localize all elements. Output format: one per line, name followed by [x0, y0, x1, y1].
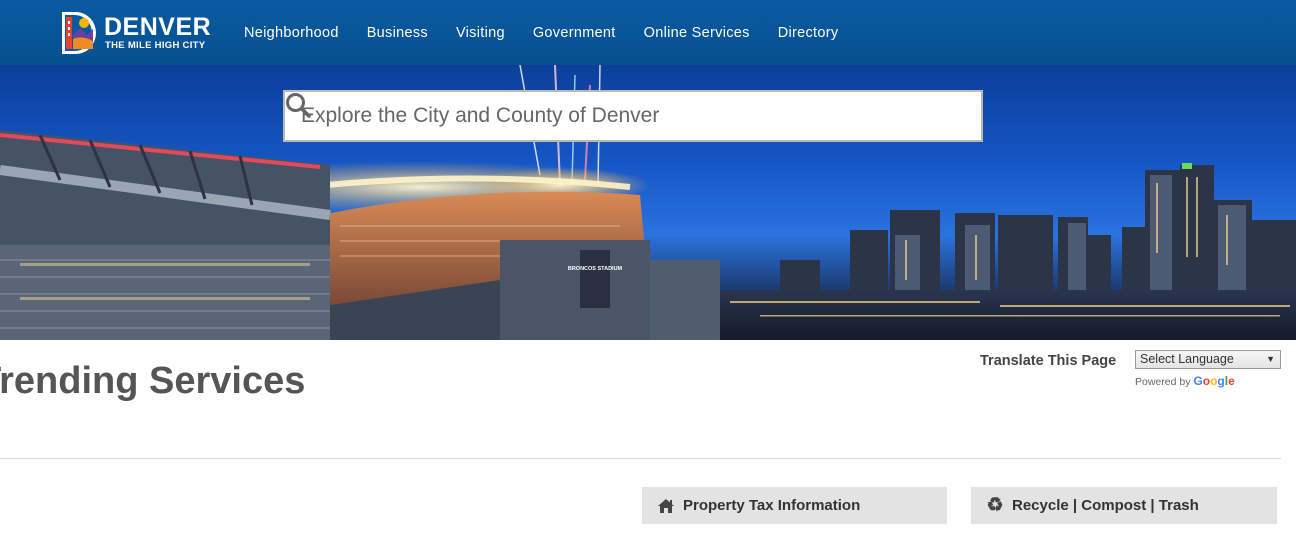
google-logo: Google [1193, 374, 1235, 388]
recycle-icon: ♻ [986, 495, 1004, 516]
translate-label: Translate This Page [980, 353, 1117, 369]
search-icon [286, 93, 311, 118]
language-select[interactable]: Select Language ▼ [1135, 350, 1281, 369]
section-divider [0, 458, 1281, 459]
service-card-property-tax[interactable]: Property Tax Information [642, 487, 947, 524]
nav-item-visiting[interactable]: Visiting [442, 25, 519, 41]
language-select-value: Select Language [1140, 352, 1234, 366]
nav-item-government[interactable]: Government [519, 25, 630, 41]
logo-tagline: THE MILE HIGH CITY [105, 40, 206, 51]
dropdown-arrow-icon: ▼ [1266, 354, 1275, 364]
main-nav: Neighborhood Business Visiting Governmen… [230, 0, 852, 65]
nav-item-business[interactable]: Business [353, 25, 442, 41]
service-card-label: Property Tax Information [683, 497, 861, 514]
hero-banner: BRONCOS STADIUM [0, 65, 1296, 340]
powered-by-label: Powered by [1135, 376, 1191, 388]
nav-item-online-services[interactable]: Online Services [630, 25, 764, 41]
nav-item-directory[interactable]: Directory [764, 25, 853, 41]
service-card-label: Recycle | Compost | Trash [1012, 497, 1199, 514]
top-navigation-bar: DENVER THE MILE HIGH CITY Neighborhood B… [0, 0, 1296, 65]
search-input[interactable] [285, 92, 921, 140]
nav-item-neighborhood[interactable]: Neighborhood [230, 25, 353, 41]
service-card-recycle[interactable]: ♻ Recycle | Compost | Trash [971, 487, 1277, 524]
section-title: Trending Services [0, 360, 306, 402]
stadium-sign-text: BRONCOS STADIUM [568, 266, 623, 272]
site-search-box [283, 90, 983, 142]
powered-by-google: Powered by Google [1135, 374, 1235, 388]
logo-wordmark: DENVER [104, 13, 212, 41]
search-button[interactable] [286, 92, 981, 140]
denver-logo[interactable]: DENVER THE MILE HIGH CITY [60, 11, 220, 55]
denver-logo-mark-icon [62, 12, 96, 54]
home-icon [656, 496, 676, 516]
